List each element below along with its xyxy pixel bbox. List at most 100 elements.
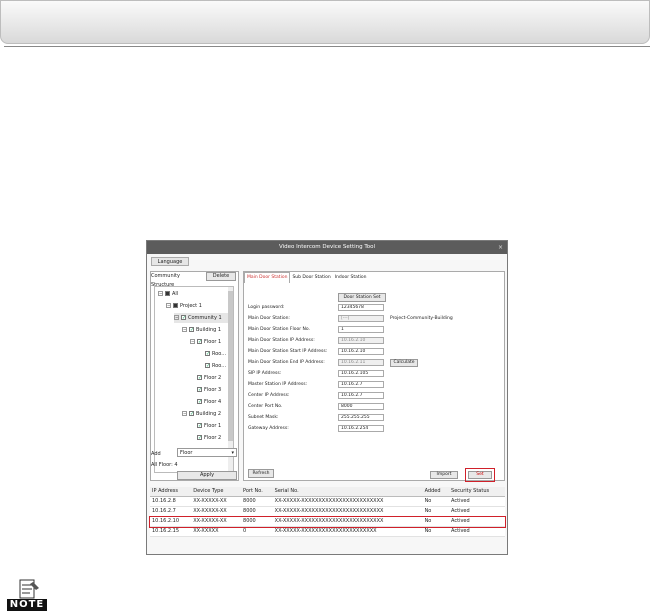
tree-node-project[interactable]: − Project 1	[166, 301, 202, 311]
config-panel: Main Door Station Sub Door Station Indoor …	[243, 271, 505, 482]
collapse-icon[interactable]: −	[174, 315, 179, 320]
checkbox-icon[interactable]: ✓	[189, 411, 194, 417]
table-cell: No	[422, 496, 450, 507]
delete-button[interactable]: Delete	[206, 272, 236, 281]
form-label: Main Door Station Floor No.	[248, 327, 310, 332]
checkbox-icon[interactable]: ✓	[197, 435, 202, 441]
table-row[interactable]: 10.16.2.15 XX-XXXXX 0 XX-XXXXX-XXXXXXXXXXXX…	[150, 526, 505, 537]
table-cell: XX-XXXXX-XX	[191, 496, 242, 507]
tree-node-floor[interactable]: ✓ Floor 3	[197, 385, 221, 395]
column-header[interactable]: IP Address	[150, 487, 192, 497]
column-header[interactable]: Added	[422, 487, 450, 497]
chevron-down-icon: ▾	[231, 450, 234, 456]
tab-main-door-station[interactable]: Main Door Station	[244, 272, 291, 283]
tree-node-community[interactable]: − ✓ Community 1	[174, 313, 228, 323]
gateway-input[interactable]: 10.16.2.254	[338, 425, 384, 432]
format-hint: Project-Community-Building	[390, 316, 453, 321]
table-cell: Actived	[449, 496, 505, 507]
import-button[interactable]: Import	[430, 471, 458, 479]
tab-community-structure[interactable]: Community Structure	[151, 272, 201, 288]
add-type-select[interactable]: Floor ▾	[177, 448, 237, 457]
collapse-icon[interactable]: −	[190, 339, 195, 344]
table-cell: 8000	[241, 496, 273, 507]
form-label: Main Door Station:	[248, 316, 290, 321]
form-label: Main Door Station IP Address:	[248, 338, 315, 343]
column-header[interactable]: Device Type	[191, 487, 242, 497]
door-station-set-button[interactable]: Door Station Set	[338, 293, 386, 302]
tree-node-floor[interactable]: ✓ Floor 4	[197, 397, 221, 407]
master-station-ip-input[interactable]: 10.16.2.7	[338, 381, 384, 388]
tree-node-room[interactable]: ✓ Roo...	[205, 361, 226, 371]
checkbox-icon[interactable]: ✓	[205, 351, 210, 357]
tree-node-building[interactable]: − ✓ Building 2	[182, 409, 221, 419]
table-cell: XX-XXXXX-XXXXXXXXXXXXXXXXXXXXXX	[272, 526, 423, 537]
checkbox-icon[interactable]: ✓	[189, 327, 194, 333]
main-station-ip-input[interactable]: 10.16.2.10	[338, 337, 384, 344]
checkbox-icon[interactable]: ✓	[197, 423, 202, 429]
tab-sub-door-station[interactable]: Sub Door Station	[290, 273, 332, 283]
collapse-icon[interactable]: −	[166, 303, 171, 308]
start-ip-input[interactable]: 10.16.2.10	[338, 348, 384, 355]
window-titlebar: Video Intercom Device Setting Tool ×	[147, 241, 507, 254]
tree-node-floor[interactable]: ✓ Floor 2	[197, 373, 221, 383]
form-label: Main Door Station End IP Address:	[248, 360, 325, 365]
subnet-mask-input[interactable]: 255.255.255	[338, 414, 384, 421]
tab-indoor-station[interactable]: Indoor Station	[333, 273, 369, 283]
collapse-icon[interactable]: −	[158, 291, 163, 296]
form-label: SIP IP Address:	[248, 371, 282, 376]
table-cell: 10.16.2.10	[150, 516, 192, 527]
table-cell: XX-XXXXX-XX	[191, 516, 242, 527]
sip-ip-input[interactable]: 10.16.2.105	[338, 370, 384, 377]
main-door-station-input[interactable]: [---]	[338, 315, 384, 322]
header-divider	[4, 46, 650, 47]
collapse-icon[interactable]: −	[182, 327, 187, 332]
checkbox-icon[interactable]: ✓	[181, 315, 186, 321]
center-port-input[interactable]: 8000	[338, 403, 384, 410]
floor-no-input[interactable]: 1	[338, 326, 384, 333]
tree-node-all[interactable]: − All	[158, 289, 178, 299]
tree-scrollbar[interactable]	[228, 287, 233, 472]
calculate-button[interactable]: Calculate	[390, 359, 418, 367]
checkbox-icon[interactable]: ✓	[197, 375, 202, 381]
checkbox-icon[interactable]: ✓	[197, 387, 202, 393]
tree-node-floor[interactable]: ✓ Floor 1	[197, 421, 221, 431]
column-header[interactable]: Port No.	[241, 487, 273, 497]
table-cell: Actived	[449, 516, 505, 527]
checkbox-icon[interactable]	[173, 303, 178, 308]
all-floor-count: All Floor: 4	[151, 462, 178, 468]
column-header[interactable]: Security Status	[449, 487, 505, 497]
form-label: Login password:	[248, 305, 285, 310]
table-cell: No	[422, 516, 450, 527]
checkbox-icon[interactable]: ✓	[205, 363, 210, 369]
checkbox-icon[interactable]: ✓	[197, 339, 202, 345]
table-cell: XX-XXXXX-XXXXXXXXXXXXXXXXXXXXXXXX	[272, 506, 423, 517]
table-cell: 10.16.2.7	[150, 506, 192, 517]
collapse-icon[interactable]: −	[182, 411, 187, 416]
column-header[interactable]: Serial No.	[272, 487, 423, 497]
table-header: IP Address Device Type Port No. Serial N…	[150, 487, 505, 497]
table-row[interactable]: 10.16.2.10 XX-XXXXX-XX 8000 XX-XXXXX-XXXXXX…	[149, 515, 506, 528]
language-button[interactable]: Language	[151, 257, 189, 266]
form-label: Subnet Mask:	[248, 415, 279, 420]
checkbox-icon[interactable]: ✓	[197, 399, 202, 405]
table-cell: 10.16.2.8	[150, 496, 192, 507]
table-row[interactable]: 10.16.2.8 XX-XXXXX-XX 8000 XX-XXXXX-XXXXXXX…	[150, 496, 505, 507]
center-ip-input[interactable]: 10.16.2.7	[338, 392, 384, 399]
set-highlight-box	[465, 468, 495, 482]
refresh-button[interactable]: Refresh	[248, 469, 274, 478]
table-cell: Actived	[449, 506, 505, 517]
page-header-bar	[0, 0, 650, 44]
scroll-thumb[interactable]	[228, 291, 233, 441]
apply-button[interactable]: Apply	[177, 471, 237, 480]
table-row[interactable]: 10.16.2.7 XX-XXXXX-XX 8000 XX-XXXXX-XXXXXXX…	[150, 506, 505, 517]
tree-node-building[interactable]: − ✓ Building 1	[182, 325, 221, 335]
checkbox-icon[interactable]	[165, 291, 170, 296]
table-cell: XX-XXXXX-XXXXXXXXXXXXXXXXXXXXXXXX	[272, 496, 423, 507]
close-icon[interactable]: ×	[498, 241, 503, 254]
end-ip-input[interactable]: 10.16.2.11	[338, 359, 384, 366]
login-password-input[interactable]: 12345678	[338, 304, 384, 311]
tree-node-room[interactable]: ✓ Roo...	[205, 349, 226, 359]
tree-node-floor[interactable]: ✓ Floor 2	[197, 433, 221, 443]
add-label: Add	[151, 451, 161, 457]
tree-node-floor[interactable]: − ✓ Floor 1	[190, 337, 221, 347]
